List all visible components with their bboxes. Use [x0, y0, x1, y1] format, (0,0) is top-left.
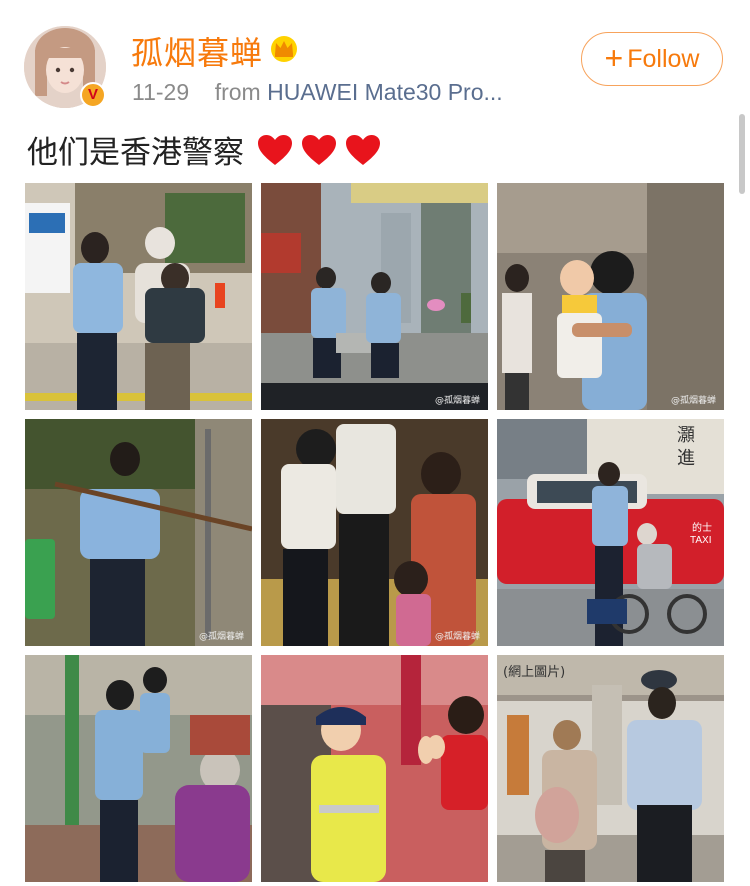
username[interactable]: 孤烟暮蝉: [131, 28, 263, 74]
post-meta: 11-29 from HUAWEI Mate30 Pro...: [132, 79, 503, 106]
photo-8[interactable]: [261, 655, 488, 882]
photo-2-image: [261, 183, 488, 410]
photo-3-watermark: @孤烟暮蝉: [670, 396, 716, 406]
post-text: 他们是香港警察: [27, 127, 382, 172]
photo-4-image: [25, 419, 252, 646]
photo-5-watermark: @孤烟暮蝉: [434, 632, 480, 642]
scrollbar[interactable]: [739, 114, 745, 194]
photo-1[interactable]: [25, 183, 252, 410]
post-text-content: 他们是香港警察: [27, 135, 244, 171]
photo-3[interactable]: @孤烟暮蝉: [497, 183, 724, 410]
verified-badge: V: [80, 82, 106, 108]
photo-5-image: [261, 419, 488, 646]
photo-3-image: [497, 183, 724, 410]
photo-7-image: [25, 655, 252, 882]
emoji-group: [256, 133, 382, 167]
heart-icon: [302, 134, 336, 165]
follow-button[interactable]: + Follow: [581, 32, 723, 86]
photo-4[interactable]: @孤烟暮蝉: [25, 419, 252, 646]
heart-icon: [258, 134, 292, 165]
photo-grid: @孤烟暮蝉 @孤烟暮蝉 @孤烟暮蝉 @孤烟暮蝉 灝 進 的士 TAXI (網上圖…: [25, 183, 725, 883]
photo-8-image: [261, 655, 488, 882]
photo-6-sign-bottom: 進: [677, 448, 695, 469]
photo-2[interactable]: @孤烟暮蝉: [261, 183, 488, 410]
photo-1-image: [25, 183, 252, 410]
heart-icon: [346, 134, 380, 165]
from-label: from: [214, 79, 261, 105]
photo-6-taxi-en: TAXI: [690, 535, 711, 546]
photo-6-sign-top: 灝: [677, 425, 695, 446]
photo-5[interactable]: @孤烟暮蝉: [261, 419, 488, 646]
photo-2-watermark: @孤烟暮蝉: [434, 396, 480, 406]
follow-label: Follow: [627, 44, 700, 73]
photo-9-image: [497, 655, 724, 882]
post-source[interactable]: HUAWEI Mate30 Pro...: [267, 79, 503, 105]
photo-4-watermark: @孤烟暮蝉: [198, 632, 244, 642]
crown-icon: [271, 36, 297, 62]
plus-icon: +: [604, 40, 624, 76]
photo-6[interactable]: 灝 進 的士 TAXI: [497, 419, 724, 646]
photo-6-taxi-label: 的士: [692, 521, 712, 534]
photo-9-tag: (網上圖片): [503, 665, 566, 680]
photo-7[interactable]: [25, 655, 252, 882]
photo-9[interactable]: (網上圖片): [497, 655, 724, 882]
post-date: 11-29: [132, 79, 190, 105]
photo-6-image: 灝 進 的士 TAXI: [497, 419, 724, 646]
